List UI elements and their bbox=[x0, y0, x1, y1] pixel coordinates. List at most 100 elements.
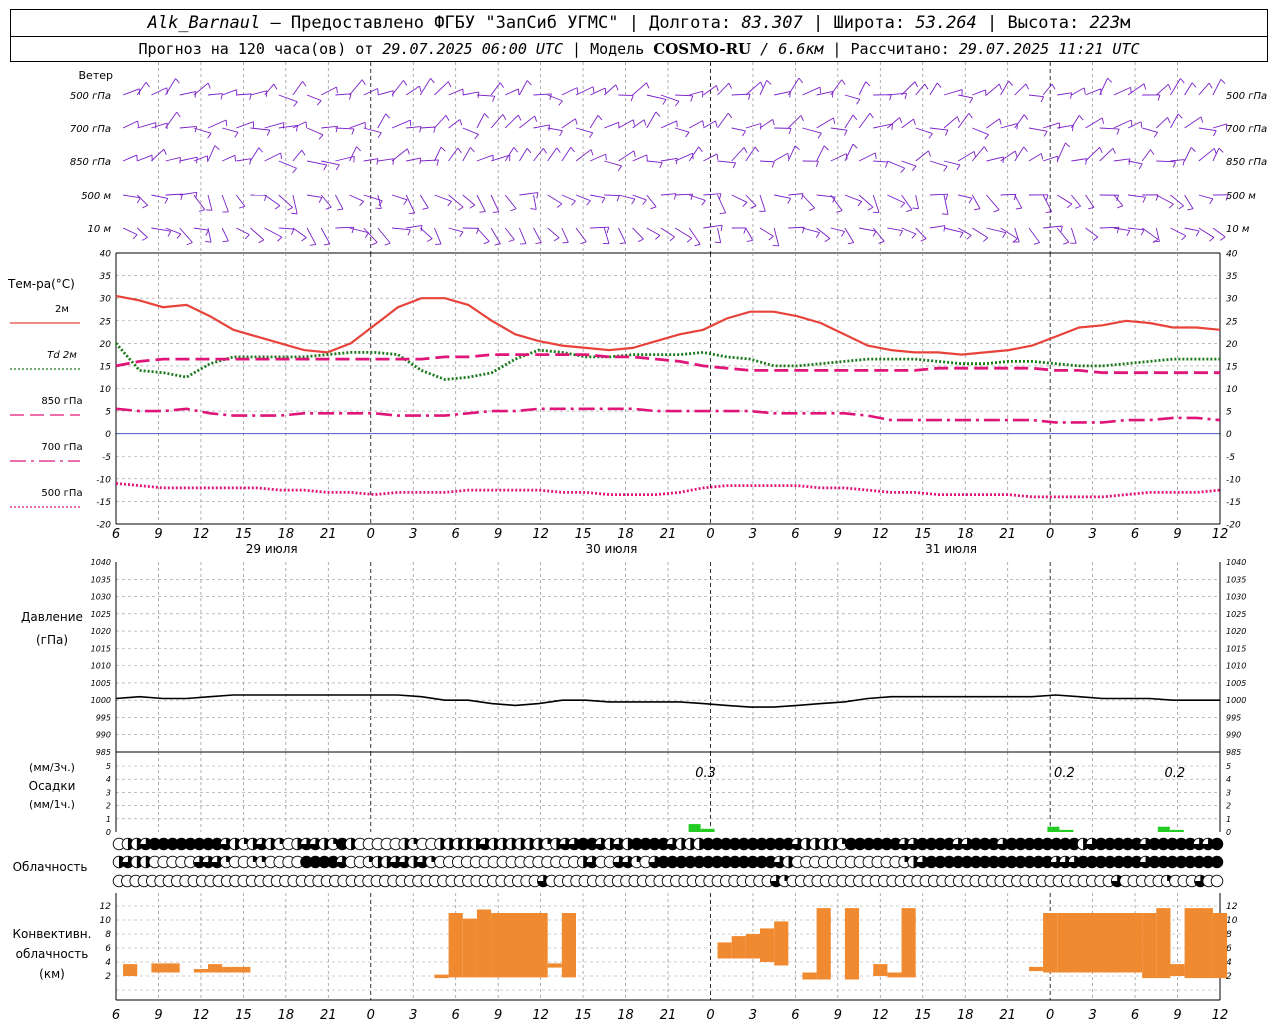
wind-barb bbox=[292, 121, 307, 129]
wind-barb bbox=[349, 79, 363, 96]
wind-barb bbox=[689, 120, 703, 129]
temp-ytick-right: -15 bbox=[1226, 498, 1241, 508]
temp-ytick-right: 25 bbox=[1226, 317, 1238, 327]
temp-xtick: 6 bbox=[791, 527, 799, 542]
precip-ytick-right: 2 bbox=[1226, 802, 1231, 811]
wind-barb-flag bbox=[1088, 206, 1095, 210]
wind-barb bbox=[420, 126, 436, 129]
pres-ytick-left: 1000 bbox=[91, 696, 111, 705]
wind-barb bbox=[306, 127, 324, 136]
wind-barb-flag bbox=[137, 197, 141, 204]
wind-barb-flag bbox=[287, 207, 293, 211]
temp-xtick: 3 bbox=[1088, 527, 1096, 542]
precip-ytick-right: 5 bbox=[1226, 762, 1231, 771]
conv-xtick: 6 bbox=[1131, 1008, 1139, 1023]
temp-ytick-right: 10 bbox=[1226, 385, 1238, 395]
wind-barb-flag bbox=[483, 241, 490, 245]
wind-barb bbox=[292, 149, 303, 162]
wind-barb bbox=[972, 127, 989, 136]
wind-barb bbox=[1127, 121, 1142, 129]
wind-barb-flag bbox=[353, 156, 355, 163]
legend-label-t700: 700 гПа bbox=[41, 442, 82, 453]
precip-ytick-right: 4 bbox=[1226, 775, 1231, 784]
wind-barb-flag bbox=[1112, 148, 1116, 154]
cloud-panel-label: Облачность bbox=[13, 860, 88, 874]
wind-barb bbox=[887, 117, 900, 129]
pres-ytick-left: 1010 bbox=[91, 662, 111, 671]
pres-ytick-right: 990 bbox=[1226, 731, 1241, 740]
wind-barb-flag bbox=[377, 132, 382, 138]
wind-barb bbox=[703, 85, 717, 96]
wind-barb bbox=[646, 227, 661, 236]
wind-barb bbox=[858, 152, 876, 162]
wind-barb-flag bbox=[1181, 235, 1187, 241]
wind-barb bbox=[844, 194, 862, 202]
wind-barb-flag bbox=[526, 148, 532, 154]
wind-barb bbox=[986, 83, 1000, 96]
wind-barb-flag bbox=[377, 88, 379, 95]
wind-barb bbox=[321, 86, 337, 96]
wind-barb-flag bbox=[1182, 159, 1185, 166]
wind-barb-flag bbox=[788, 128, 792, 135]
wind-barb bbox=[504, 114, 519, 129]
conv-cloud-bar bbox=[745, 934, 760, 959]
wind-barb bbox=[321, 125, 338, 129]
wind-barb bbox=[561, 227, 569, 243]
wind-barb-flag bbox=[447, 81, 452, 88]
conv-xtick: 9 bbox=[1173, 1008, 1181, 1023]
wind-barb bbox=[575, 227, 587, 243]
wind-barb bbox=[745, 227, 754, 241]
conv-ytick-left: 8 bbox=[105, 930, 111, 940]
wind-barb bbox=[1042, 122, 1060, 129]
wind-barb bbox=[349, 146, 357, 162]
wind-barb bbox=[759, 227, 774, 237]
pres-ytick-right: 1010 bbox=[1226, 662, 1246, 671]
wind-barb-flag bbox=[1083, 87, 1086, 94]
temp-xtick: 0 bbox=[367, 527, 375, 542]
wind-barb bbox=[462, 91, 479, 96]
wind-barb-flag bbox=[856, 99, 861, 105]
temp-xtick: 6 bbox=[1131, 527, 1139, 542]
wind-barb-flag bbox=[459, 231, 464, 238]
conv-cloud-bar bbox=[208, 964, 223, 973]
wind-barb bbox=[1099, 127, 1120, 130]
conv-ytick-left: 10 bbox=[100, 916, 112, 926]
wind-barb-flag bbox=[142, 237, 148, 241]
wind-barb bbox=[604, 160, 622, 167]
wind-barb-flag bbox=[597, 114, 603, 121]
wind-barb-flag bbox=[798, 77, 804, 84]
wind-barb-flag bbox=[911, 165, 917, 172]
conv-xtick: 0 bbox=[367, 1008, 375, 1023]
wind-barb-flag bbox=[1092, 236, 1099, 241]
wind-barb bbox=[504, 227, 515, 240]
conv-cloud-bar bbox=[774, 921, 789, 966]
wind-barb bbox=[604, 84, 617, 96]
pres-ytick-right: 1025 bbox=[1226, 610, 1246, 619]
wind-barb-flag bbox=[1023, 114, 1029, 120]
wind-barb bbox=[1014, 114, 1025, 129]
wind-barb bbox=[929, 193, 948, 196]
conv-cloud-bar bbox=[1212, 913, 1228, 979]
wind-barb bbox=[787, 77, 800, 96]
wind-barb-flag bbox=[238, 205, 245, 209]
wind-barb-flag bbox=[1190, 147, 1196, 152]
wind-barb-flag bbox=[1140, 229, 1145, 236]
conv-cloud-bar bbox=[561, 913, 576, 978]
wind-barb bbox=[221, 89, 237, 96]
precip-bar-label: 0.2 bbox=[1054, 766, 1075, 781]
wind-barb-flag bbox=[145, 82, 150, 88]
wind-barb bbox=[151, 87, 167, 96]
precip-bar-label: 0.2 bbox=[1164, 766, 1185, 781]
temp-ytick-right: 30 bbox=[1226, 295, 1238, 305]
wind-barb bbox=[1198, 148, 1215, 162]
conv-cloud-bar bbox=[1142, 913, 1157, 979]
wind-barb bbox=[632, 82, 647, 96]
wind-barb-flag bbox=[686, 237, 693, 243]
wind-barb-flag bbox=[655, 235, 661, 240]
wind-barb-flag bbox=[920, 238, 927, 242]
conv-xtick: 9 bbox=[494, 1008, 502, 1023]
wind-barb-flag bbox=[323, 243, 330, 246]
wind-barb bbox=[334, 194, 344, 210]
wind-barb bbox=[858, 81, 867, 96]
wind-barb bbox=[703, 193, 721, 196]
